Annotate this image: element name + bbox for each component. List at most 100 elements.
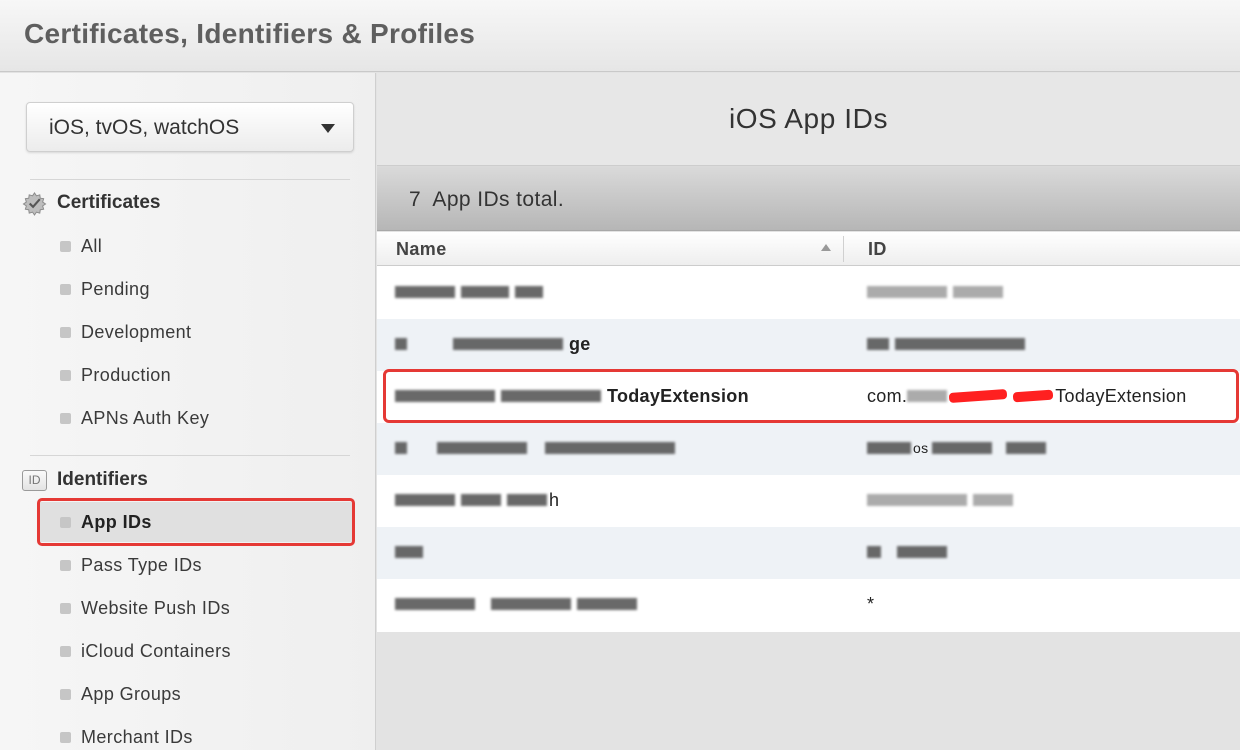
table-row[interactable]: os [377,423,1240,475]
row-id: com. TodayExtension [867,386,1187,406]
sidebar-item-pending[interactable]: Pending [40,269,352,309]
row-name [395,542,429,562]
bullet-icon [60,688,71,700]
blurred-text [507,494,547,506]
sidebar-item-merchant-ids[interactable]: Merchant IDs [40,717,352,750]
bullet-icon [60,283,71,295]
row-name: h [395,490,559,510]
column-header-name[interactable]: Name [396,239,447,260]
blurred-text [932,442,993,454]
blurred-text [1006,442,1047,454]
row-id [867,282,1009,302]
sidebar-divider [30,179,350,180]
sidebar-item-website-push-ids[interactable]: Website Push IDs [40,588,352,628]
row-id-text: * [867,593,875,614]
sidebar-item-all[interactable]: All [40,226,352,266]
app-ids-table: Name ID ge TodayExtension com. TodayExte… [377,232,1240,632]
count-bar: 7 App IDs total. [377,166,1240,231]
sidebar-item-development[interactable]: Development [40,312,352,352]
sidebar-item-app-groups[interactable]: App Groups [40,674,352,714]
sidebar-item-apns-auth-key[interactable]: APNs Auth Key [40,398,352,438]
page-title: Certificates, Identifiers & Profiles [24,18,476,49]
sidebar-item-label: APNs Auth Key [81,407,210,428]
section-title-certificates: Certificates [57,192,161,213]
sidebar-item-production[interactable]: Production [40,355,352,395]
blurred-text [395,390,495,402]
blurred-text [907,390,948,402]
blurred-text [437,442,527,454]
row-id [867,334,1031,354]
blurred-text [867,286,947,298]
table-row[interactable]: * [377,579,1240,631]
row-name [395,594,643,614]
table-row[interactable] [377,527,1240,579]
bullet-icon [60,516,71,528]
sidebar-divider [30,455,350,456]
blurred-text [897,546,947,558]
main-title-bar: iOS App IDs [377,73,1240,166]
blurred-text [973,494,1013,506]
column-separator [843,236,844,262]
blurred-text [395,338,407,350]
row-name: ge [395,334,591,354]
blurred-text [395,546,423,558]
sidebar-item-label: Website Push IDs [81,597,231,618]
section-identifiers: ID Identifiers [22,467,148,493]
column-header-id[interactable]: ID [868,239,887,260]
blurred-text [895,338,1025,350]
blurred-text [453,338,563,350]
count-value: 7 [409,188,422,211]
app-id-count: 7 App IDs total. [409,188,564,212]
bullet-icon [60,326,71,338]
sidebar-item-label: App Groups [81,683,182,704]
platform-dropdown[interactable]: iOS, tvOS, watchOS [26,102,354,152]
row-id: os [867,438,1052,458]
bullet-icon [60,369,71,381]
bullet-icon [60,731,71,743]
blurred-text [515,286,543,298]
row-name-text: h [549,489,560,510]
sidebar-item-label: Production [81,364,172,385]
blurred-text [577,598,637,610]
id-badge-icon: ID [22,469,47,491]
blurred-text [867,494,967,506]
sidebar-item-icloud-containers[interactable]: iCloud Containers [40,631,352,671]
table-row[interactable]: h [377,475,1240,527]
sidebar-item-pass-type-ids[interactable]: Pass Type IDs [40,545,352,585]
sidebar-item-app-ids[interactable]: App IDs [40,502,352,542]
blurred-text [545,442,675,454]
table-header: Name ID [377,232,1240,266]
sidebar-item-label: App IDs [81,511,152,532]
gear-check-icon [22,191,47,216]
row-id [867,542,953,562]
bullet-icon [60,645,71,657]
sidebar-item-label: iCloud Containers [81,640,231,661]
count-suffix: App IDs total. [432,188,565,211]
table-row-today-extension[interactable]: TodayExtension com. TodayExtension [377,371,1240,423]
platform-dropdown-label: iOS, tvOS, watchOS [49,116,240,139]
blurred-text [491,598,571,610]
table-row[interactable] [377,267,1240,319]
table-row[interactable]: ge [377,319,1240,371]
blurred-text [867,442,911,454]
blurred-text [867,546,881,558]
top-header: Certificates, Identifiers & Profiles [0,0,1240,72]
sidebar-item-label: All [81,235,103,256]
row-name-text: TodayExtension [607,385,749,406]
red-redaction-mark [948,388,1008,404]
blurred-text [461,286,509,298]
bullet-icon [60,559,71,571]
sidebar-item-label: Pending [81,278,150,299]
sort-ascending-icon[interactable] [821,244,831,251]
bullet-icon [60,602,71,614]
sidebar-item-label: Development [81,321,192,342]
row-id-text: TodayExtension [1055,385,1187,406]
blurred-text [461,494,501,506]
row-name: TodayExtension [395,386,749,406]
section-certificates: Certificates [22,190,161,216]
main-title: iOS App IDs [728,103,889,134]
red-redaction-mark [1012,389,1054,403]
row-id: * [867,594,874,614]
blurred-text [395,598,475,610]
blurred-text [501,390,601,402]
